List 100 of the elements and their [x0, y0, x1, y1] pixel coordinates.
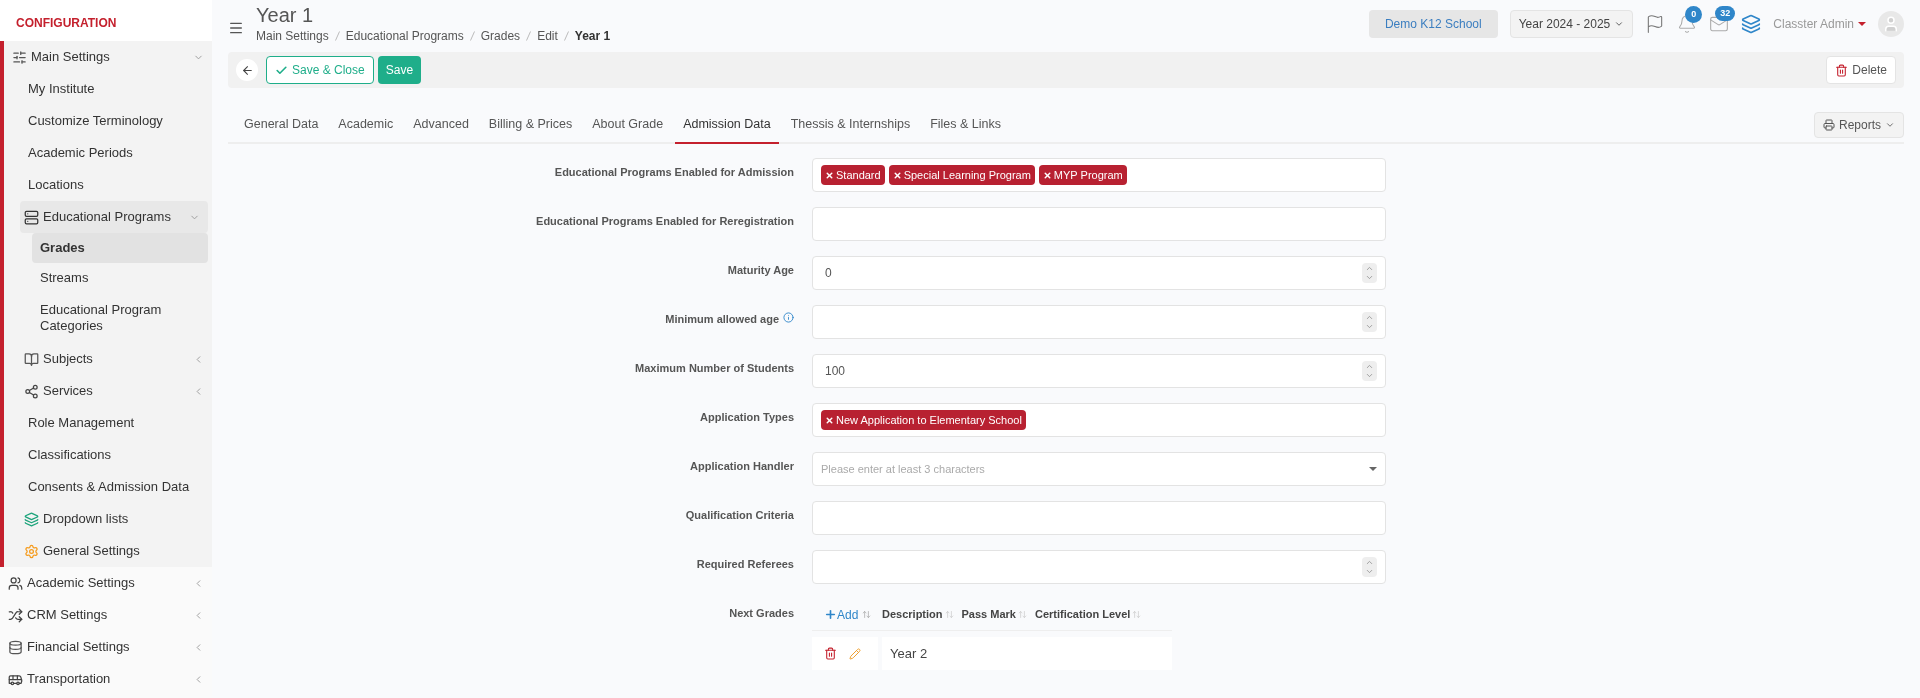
sidebar-item[interactable]: Grades — [32, 233, 208, 263]
sidebar-item[interactable]: Consents & Admission Data — [4, 471, 212, 503]
sidebar-item[interactable]: Academic Periods — [4, 137, 212, 169]
number-field[interactable]: 100 — [812, 354, 1386, 388]
slash-icon — [563, 31, 569, 41]
sidebar-item[interactable]: Main Settings — [4, 41, 212, 73]
tab[interactable]: About Grade — [584, 115, 672, 142]
sliders-icon — [12, 49, 27, 65]
sidebar-item[interactable]: Educational Programs — [20, 201, 208, 233]
tab[interactable]: Thessis & Internships — [782, 115, 919, 142]
sidebar-item[interactable]: Classifications — [4, 439, 212, 471]
tab[interactable]: Academic — [330, 115, 402, 142]
sidebar-item[interactable]: My Institute — [4, 73, 212, 105]
sidebar-item[interactable]: Streams — [32, 263, 208, 293]
number-field[interactable]: 0 — [812, 256, 1386, 290]
sidebar-item[interactable]: Customize Terminology — [4, 105, 212, 137]
sidebar-item[interactable]: Transportation — [0, 663, 212, 695]
tab[interactable]: Admission Data — [675, 115, 779, 144]
field-label: Minimum allowed age — [665, 312, 779, 327]
spinner-icon[interactable] — [1362, 312, 1377, 332]
layers-icon — [24, 511, 39, 527]
spinner-icon[interactable] — [1362, 361, 1377, 381]
breadcrumb-current: Year 1 — [574, 28, 611, 45]
field-label: Next Grades — [729, 606, 794, 621]
reports-button[interactable]: Reports — [1813, 112, 1904, 138]
info-icon[interactable] — [783, 312, 794, 323]
column-header[interactable]: Pass Mark — [961, 606, 1016, 623]
gear-icon — [24, 543, 39, 559]
tab[interactable]: Files & Links — [922, 115, 1010, 142]
sidebar-item[interactable]: Subjects — [4, 343, 212, 375]
field-label: Educational Programs Enabled for Admission — [554, 165, 794, 180]
sort-icon[interactable] — [862, 610, 872, 619]
caret-icon — [1614, 19, 1625, 29]
school-button[interactable]: Demo K12 School — [1368, 10, 1498, 38]
sidebar-item[interactable]: Services — [4, 375, 212, 407]
field-label: Application Handler — [690, 459, 794, 474]
add-button[interactable]: Add — [824, 605, 859, 624]
tag-field[interactable]: New Application to Elementary School — [812, 403, 1386, 437]
trash-icon — [1835, 63, 1849, 77]
tag-field[interactable] — [812, 207, 1386, 241]
number-field[interactable] — [812, 550, 1386, 584]
breadcrumb-link[interactable]: Main Settings — [256, 27, 329, 45]
remove-icon[interactable] — [825, 170, 834, 180]
tag-chip[interactable]: MYP Program — [1038, 164, 1127, 186]
tag-chip[interactable]: Special Learning Program — [888, 164, 1035, 186]
person-icon — [1882, 15, 1900, 33]
check-icon — [275, 63, 288, 77]
tag-chip[interactable]: New Application to Elementary School — [821, 409, 1026, 431]
field-label: Required Referees — [696, 557, 794, 572]
plus-icon — [824, 608, 837, 621]
remove-icon[interactable] — [825, 415, 834, 425]
sidebar-item[interactable]: Role Management — [4, 407, 212, 439]
mail-icon[interactable] — [1709, 14, 1730, 34]
sidebar-item[interactable]: Locations — [4, 169, 212, 201]
sidebar-item[interactable]: Educational Program Categories — [32, 293, 208, 343]
avatar[interactable] — [1878, 11, 1904, 37]
spinner-icon[interactable] — [1362, 263, 1377, 283]
field-label: Educational Programs Enabled for Reregistration — [536, 214, 794, 229]
text-field[interactable] — [812, 501, 1386, 535]
tab[interactable]: Billing & Prices — [480, 115, 581, 142]
tag-chip[interactable]: Standard — [821, 164, 885, 186]
delete-icon[interactable] — [824, 647, 837, 660]
sidebar-item[interactable]: Dropdown lists — [4, 503, 212, 535]
slash-icon — [334, 31, 340, 41]
table-cell-text: Year 2 — [890, 644, 929, 663]
notification-badge: 0 — [1685, 6, 1703, 23]
tab[interactable]: Advanced — [405, 115, 477, 142]
book-icon — [24, 351, 39, 367]
slash-icon — [469, 31, 475, 41]
sort-icon[interactable] — [1017, 610, 1027, 619]
pencil-icon[interactable] — [849, 647, 861, 660]
remove-icon[interactable] — [1042, 170, 1052, 180]
tab[interactable]: General Data — [236, 115, 327, 142]
printer-icon — [1822, 119, 1835, 131]
sidebar-heading: CONFIGURATION — [16, 14, 117, 32]
number-field[interactable] — [812, 305, 1386, 339]
delete-button[interactable]: Delete — [1826, 56, 1896, 84]
slash-icon — [526, 31, 532, 41]
back-button[interactable] — [236, 59, 258, 81]
breadcrumb-link[interactable]: Grades — [480, 27, 521, 45]
sort-icon[interactable] — [944, 610, 954, 619]
people-icon — [8, 575, 23, 591]
spinner-icon[interactable] — [1362, 557, 1377, 577]
message-badge: 32 — [1715, 6, 1736, 21]
column-header[interactable]: Certification Level — [1034, 606, 1131, 623]
server-icon — [24, 209, 39, 225]
sidebar-item[interactable]: CRM Settings — [0, 599, 212, 631]
sidebar-item[interactable]: Academic Settings — [0, 567, 212, 599]
column-header[interactable]: Description — [882, 606, 943, 623]
remove-icon[interactable] — [892, 170, 902, 180]
field-label: Maximum Number of Students — [635, 361, 794, 376]
menu-icon[interactable] — [228, 20, 244, 36]
breadcrumb-link[interactable]: Educational Programs — [345, 27, 464, 45]
year-dropdown[interactable]: Year 2024 - 2025 — [1509, 10, 1634, 38]
field-label: Maturity Age — [727, 263, 794, 278]
sidebar-item[interactable]: General Settings — [4, 535, 212, 567]
breadcrumb-link[interactable]: Edit — [537, 27, 558, 45]
tag-field[interactable]: Standard Special Learning Program MYP Program — [812, 158, 1386, 192]
sort-icon[interactable] — [1132, 610, 1142, 619]
sidebar-item[interactable]: Financial Settings — [0, 631, 212, 663]
